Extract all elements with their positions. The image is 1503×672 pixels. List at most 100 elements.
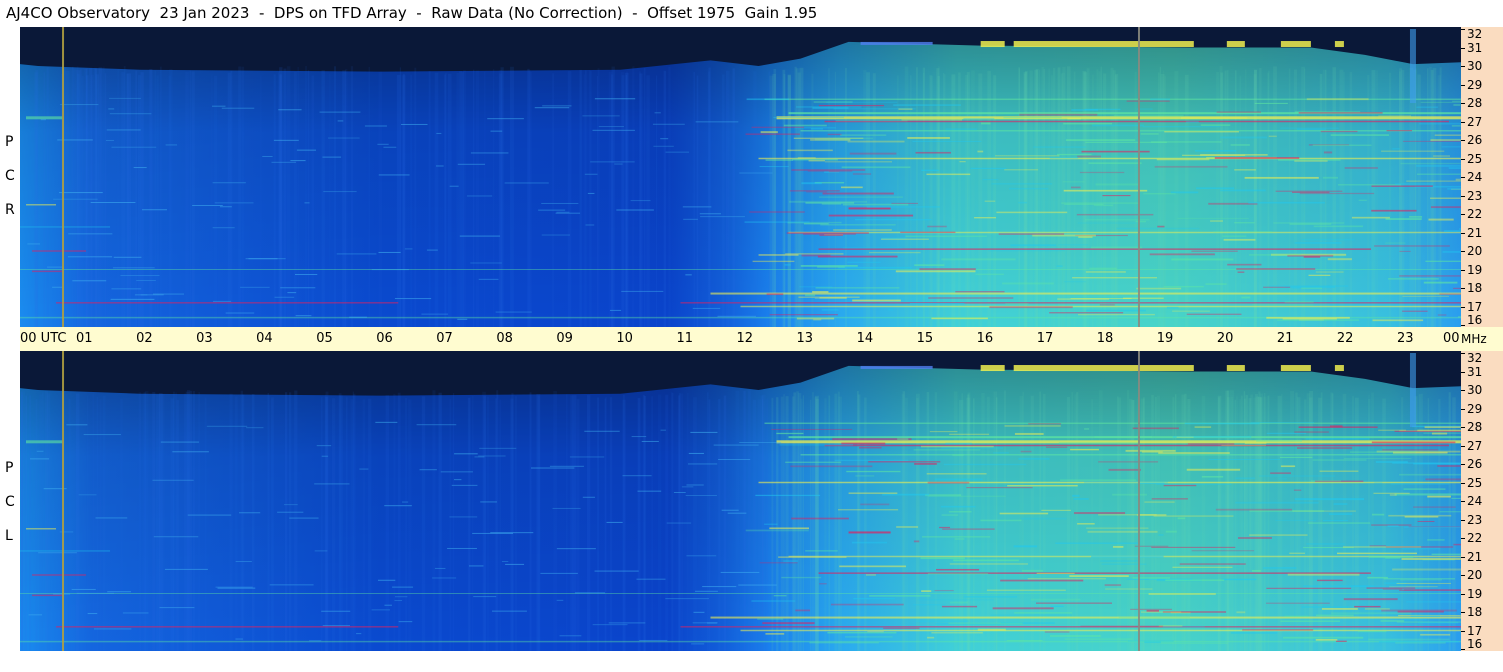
interference-line [20, 316, 1461, 319]
signal-trace [136, 279, 156, 281]
signal-burst [1013, 41, 1194, 48]
signal-trace [1399, 250, 1411, 252]
signal-trace [212, 105, 226, 107]
signal-trace [235, 561, 252, 563]
spectrogram-streak [1371, 392, 1374, 651]
spectrogram-streak [1339, 69, 1344, 327]
signal-trace [1003, 116, 1062, 119]
signal-trace [1157, 225, 1165, 228]
signal-trace [806, 191, 827, 193]
spectrogram-streak [585, 70, 587, 327]
signal-trace [986, 589, 1066, 591]
signal-trace [1086, 309, 1146, 312]
signal-trace [1313, 225, 1364, 228]
signal-trace [159, 607, 195, 609]
signal-trace [314, 483, 350, 485]
spectrogram-streak [279, 74, 282, 327]
spectrogram-streak [687, 392, 689, 651]
signal-trace [996, 211, 1068, 214]
signal-trace [848, 492, 898, 495]
signal-trace [1364, 608, 1390, 610]
frequency-tick-label: 29 [1467, 401, 1483, 416]
signal-trace [1371, 441, 1456, 444]
spectrogram-streak [120, 398, 123, 651]
signal-trace [1014, 432, 1044, 435]
frequency-tick [1461, 501, 1465, 502]
spectrogram-streak [342, 70, 347, 327]
signal-trace [371, 609, 390, 611]
utc-tick-label: 20 [1216, 331, 1234, 346]
signal-trace [927, 636, 935, 639]
signal-trace [1000, 579, 1084, 582]
signal-trace [1064, 638, 1133, 641]
signal-trace [245, 258, 286, 260]
signal-trace [1315, 614, 1354, 617]
frequency-tick [1461, 269, 1465, 271]
spectrogram-streak [726, 70, 728, 327]
signal-trace [1163, 286, 1204, 288]
interference-line [764, 422, 1461, 425]
spectrogram-streak [1409, 67, 1414, 327]
spectrogram-streak [484, 71, 486, 327]
signal-trace [803, 233, 856, 235]
spectrogram-streak [1218, 397, 1220, 651]
signal-trace [491, 610, 527, 612]
signal-trace [824, 160, 892, 163]
signal-trace [801, 182, 822, 185]
frequency-tick [1461, 121, 1465, 123]
spectrogram-streak [329, 73, 331, 327]
spectrogram-streak [797, 72, 801, 327]
signal-trace [214, 202, 254, 204]
signal-trace [757, 618, 784, 620]
spectrogram-streak [86, 68, 88, 327]
signal-burst [860, 41, 933, 45]
frequency-tick [1461, 140, 1465, 141]
signal-trace [68, 233, 113, 235]
signal-trace [688, 463, 718, 465]
signal-trace [769, 527, 810, 530]
spectrogram-streak [1118, 397, 1122, 651]
signal-trace [665, 598, 709, 600]
signal-trace [1208, 458, 1281, 460]
signal-trace [1294, 498, 1365, 501]
frequency-tick-label: 24 [1467, 170, 1483, 184]
signal-trace [426, 249, 438, 251]
spectrogram-streak [81, 75, 84, 327]
signal-trace [1280, 620, 1340, 622]
signal-trace [111, 288, 142, 290]
spectrogram-streak [100, 73, 102, 327]
interference-line [800, 130, 1461, 132]
signal-trace [1248, 201, 1325, 204]
spectrogram-streak [872, 73, 876, 327]
signal-trace [995, 155, 1060, 157]
spectrogram-streak [1074, 394, 1077, 651]
signal-trace [501, 560, 509, 562]
spectrogram-streak [760, 395, 764, 651]
signal-trace [1179, 563, 1246, 565]
signal-trace [1312, 459, 1367, 462]
frequency-tick-label: 22 [1467, 531, 1483, 545]
signal-trace [1028, 423, 1062, 425]
signal-trace [830, 603, 904, 606]
signal-trace [752, 260, 795, 263]
spectrogram-streak [646, 75, 650, 327]
spectrogram-streak [529, 71, 532, 327]
signal-trace [827, 631, 897, 634]
spectrogram-streak [1267, 395, 1269, 651]
signal-trace [1439, 293, 1461, 295]
signal-trace [1237, 537, 1272, 539]
spectrogram-streak [468, 397, 472, 651]
signal-trace [459, 235, 501, 237]
signal-trace [945, 442, 972, 445]
signal-trace [364, 125, 387, 127]
spectrogram-streak [1259, 67, 1262, 327]
signal-trace [1388, 277, 1439, 280]
signal-trace [490, 130, 503, 132]
spectrogram-streak [483, 396, 487, 651]
signal-trace [309, 640, 322, 642]
signal-trace [356, 633, 362, 635]
spectrogram-streak [103, 66, 105, 327]
spectrogram-streak [589, 70, 591, 327]
signal-trace [383, 146, 397, 148]
signal-trace [852, 173, 872, 175]
